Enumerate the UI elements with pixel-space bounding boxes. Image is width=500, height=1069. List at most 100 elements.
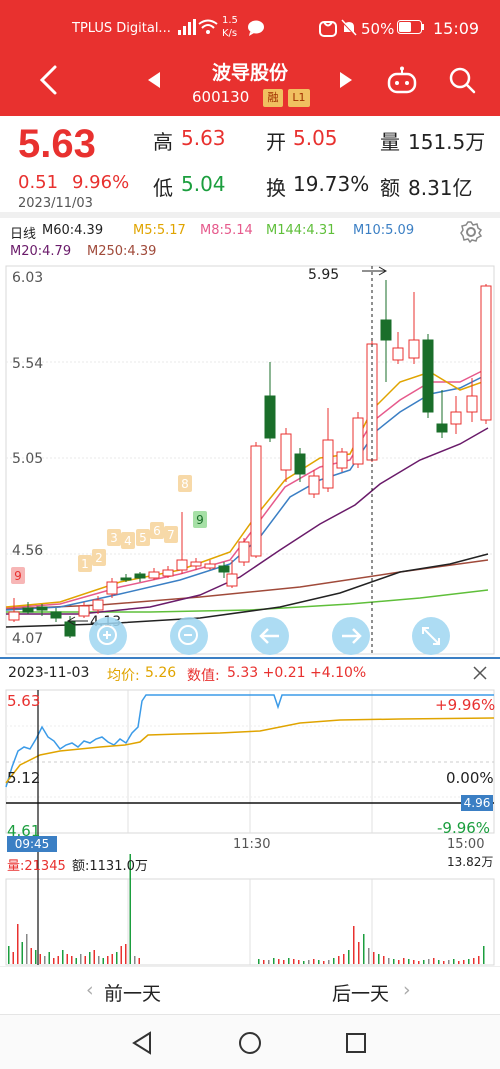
separator [0,212,500,218]
period-label[interactable]: 日线 [10,223,36,242]
pan-left-button[interactable] [251,617,289,655]
settings-gear-icon[interactable] [459,220,483,244]
value-readout: 5.33 +0.21 +4.10% [227,665,367,681]
volume-bar [283,960,285,964]
clock: 15:09 [433,19,480,38]
volume-bar [75,958,77,964]
y-tick-2: 5.54 [12,356,44,372]
volume-bar [84,956,86,964]
volume-bar [483,946,485,964]
volume-bar [273,958,275,964]
candle-body [36,606,48,611]
candle-body [162,569,174,577]
sequence-tag: 2 [95,551,103,565]
expand-icon [422,627,440,645]
volume-bar [138,958,140,964]
intraday-mid-pct: 0.00% [446,769,494,787]
robot-assistant-icon[interactable] [386,66,418,96]
volume-bar [303,961,305,964]
candle-body [280,433,292,471]
volume-bar [8,946,10,964]
volume-bar [89,952,91,964]
candle-body [322,439,334,489]
volume-bar [428,959,430,964]
intraday-mid-price: 5.12 [7,769,41,787]
volume-bar [388,958,390,964]
volume-bar [353,926,355,964]
low-label: 低 [153,176,173,200]
candle-body [8,611,20,621]
sequence-tag: 3 [110,531,118,545]
next-day-button[interactable]: 后一天 [332,979,389,1006]
panel-divider [0,657,500,659]
volume-bar [21,942,23,964]
candle-body [408,339,420,359]
volume-bar [418,961,420,964]
ma20-line [6,427,489,615]
volume-bar [71,956,73,964]
ma-legend-m8: M8:5.14 [200,223,253,238]
zoom-out-button[interactable] [170,617,208,655]
close-icon[interactable] [472,665,488,681]
amount-value: 8.31亿 [408,176,473,200]
nav-home-icon[interactable] [238,1031,262,1055]
chevron-left-icon: ‹ [86,979,94,1001]
candle-body [106,581,118,595]
search-icon[interactable] [448,66,476,94]
margin-tag: 融 [263,89,283,107]
kline-chart[interactable]: 5.95 4.13 9123456789 [0,262,500,656]
price-change-pct: 9.96% [72,172,130,193]
volume-bar [62,950,64,964]
ma-legend-m144: M144:4.31 [266,223,336,238]
y-tick-4: 4.56 [12,543,44,559]
sequence-tag: 4 [124,534,132,548]
candle-body [294,453,306,475]
pan-right-button[interactable] [332,617,370,655]
sequence-tag: 6 [153,524,161,538]
high-value: 5.63 [181,126,226,150]
candle-body [380,319,392,341]
candle-body [218,565,230,573]
volume-bar [134,956,136,964]
volume-bar [26,934,28,964]
candle-body [148,571,160,579]
y-tick-1: 6.03 [12,270,44,286]
volume-bar [93,950,95,964]
candle-body [336,451,348,469]
volume-bar [80,954,82,964]
volume-bar [368,948,370,964]
volume-bar [102,958,104,964]
prev-day-button[interactable]: 前一天 [104,979,161,1006]
candle-body [352,417,364,465]
candle-body [238,541,250,563]
cursor-price-tag: 4.96 [461,795,493,811]
volume-bar [35,950,37,964]
volume-bar [308,960,310,964]
next-stock-icon[interactable] [338,72,352,88]
nav-back-icon[interactable] [131,1031,153,1055]
volume-bar [323,961,325,964]
volume-bar [57,956,59,964]
volume-bar [98,956,100,964]
fullscreen-button[interactable] [412,617,450,655]
ma-legend-m20: M20:4.79 [10,244,72,259]
volume-bar [263,960,265,964]
volume-bar [398,960,400,964]
volume-bar [408,959,410,964]
candle-body [190,561,202,567]
volume-bar [268,960,270,964]
volume-bar [348,950,350,964]
nav-recents-icon[interactable] [345,1032,367,1054]
intraday-chart[interactable] [0,687,500,967]
volume-bar [328,960,330,964]
high-label: 高 [153,130,173,154]
sequence-tag: 9 [196,513,204,527]
zoom-in-button[interactable] [89,617,127,655]
candle-body [176,559,188,571]
volume-bar [66,954,68,964]
y-tick-3: 5.05 [12,451,44,467]
ma-legend-m5: M5:5.17 [133,223,186,238]
cursor-time-tag: 09:45 [7,836,57,852]
candle-body [264,395,276,439]
time-midday: 11:30 [233,837,271,852]
